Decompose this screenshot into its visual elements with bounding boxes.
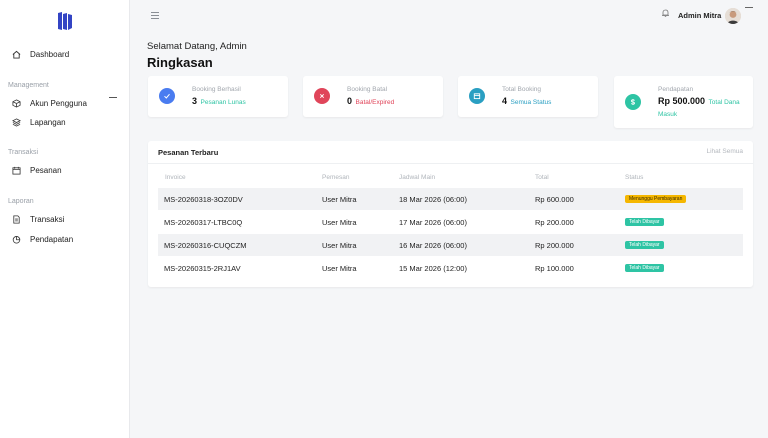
cube-icon (11, 98, 21, 108)
topbar (131, 0, 768, 32)
section-label-management: Management (8, 82, 49, 89)
check-icon (159, 88, 175, 104)
status-badge: Telah Dibayar (625, 264, 664, 272)
brand-logo-icon[interactable] (57, 11, 73, 31)
stat-sub: Pesanan Lunas (200, 99, 246, 106)
pie-chart-icon (11, 234, 21, 244)
section-label-laporan: Laporan (8, 198, 34, 205)
schedule-cell: 15 Mar 2026 (12:00) (399, 264, 467, 273)
sidebar-collapse-icon[interactable] (109, 97, 117, 98)
sidebar-item-label: Dashboard (30, 49, 70, 59)
table-row[interactable]: MS-20260317-LTBC0Q User Mitra 17 Mar 202… (158, 211, 743, 233)
schedule-cell: 17 Mar 2026 (06:00) (399, 218, 467, 227)
stat-number: 4 (502, 96, 508, 106)
stat-card-booking-berhasil: Booking Berhasil 3 Pesanan Lunas (148, 76, 288, 117)
sidebar-item-pesanan[interactable]: Pesanan (11, 162, 62, 178)
table-row[interactable]: MS-20260316-CUQCZM User Mitra 16 Mar 202… (158, 234, 743, 256)
column-header-invoice[interactable]: Invoice (165, 174, 186, 181)
stat-card-pendapatan: Pendapatan Rp 500.000 Total Dana Masuk (614, 76, 753, 128)
table-row[interactable]: MS-20260318-3OZ0DV User Mitra 18 Mar 202… (158, 188, 743, 210)
calendar-icon (469, 88, 485, 104)
stat-label: Booking Berhasil (192, 86, 241, 93)
sidebar-item-transaksi[interactable]: Transaksi (11, 211, 64, 227)
stat-sub: Batal/Expired (355, 99, 395, 106)
customer-cell: User Mitra (322, 264, 357, 273)
schedule-cell: 16 Mar 2026 (06:00) (399, 241, 467, 250)
sidebar-item-dashboard[interactable]: Dashboard (11, 46, 69, 62)
stat-value: Rp 500.000 Total Dana Masuk (658, 96, 748, 120)
stat-value: 4 Semua Status (502, 96, 551, 106)
customer-cell: User Mitra (322, 195, 357, 204)
total-cell: Rp 200.000 (535, 241, 574, 250)
status-badge: Menunggu Pembayaran (625, 195, 687, 203)
invoice-cell[interactable]: MS-20260316-CUQCZM (164, 241, 247, 250)
stat-value: 3 Pesanan Lunas (192, 96, 246, 106)
sidebar-item-akun-pengguna[interactable]: Akun Pengguna (11, 95, 87, 111)
status-badge: Telah Dibayar (625, 218, 664, 226)
sidebar-item-lapangan[interactable]: Lapangan (11, 114, 66, 130)
sidebar-item-label: Pendapatan (30, 234, 74, 244)
menu-toggle-icon[interactable] (151, 12, 159, 19)
dollar-icon (625, 94, 641, 110)
sidebar-item-label: Pesanan (30, 165, 62, 175)
total-cell: Rp 100.000 (535, 264, 574, 273)
admin-name[interactable]: Admin Mitra (678, 11, 721, 20)
schedule-cell: 18 Mar 2026 (06:00) (399, 195, 467, 204)
status-badge: Telah Dibayar (625, 241, 664, 249)
user-menu-icon[interactable] (745, 7, 753, 8)
stat-label: Total Booking (502, 86, 542, 93)
stat-value: 0 Batal/Expired (347, 96, 394, 106)
section-label-transaksi: Transaksi (8, 149, 39, 156)
invoice-cell[interactable]: MS-20260317-LTBC0Q (164, 218, 242, 227)
stat-card-booking-batal: Booking Batal 0 Batal/Expired (303, 76, 443, 117)
column-header-pemesan[interactable]: Pemesan (322, 174, 349, 181)
stat-sub: Semua Status (510, 99, 552, 106)
avatar-image-icon (725, 8, 741, 24)
x-icon (314, 88, 330, 104)
recent-orders-card: Pesanan Terbaru Lihat Semua Invoice Peme… (148, 141, 753, 287)
orders-title: Pesanan Terbaru (158, 148, 219, 157)
column-header-total[interactable]: Total (535, 174, 549, 181)
customer-cell: User Mitra (322, 241, 357, 250)
sidebar: Dashboard Management Akun Pengguna Lapan… (0, 0, 130, 438)
total-cell: Rp 200.000 (535, 218, 574, 227)
welcome-text: Selamat Datang, Admin (147, 41, 247, 52)
customer-cell: User Mitra (322, 218, 357, 227)
stat-label: Booking Batal (347, 86, 388, 93)
avatar[interactable] (725, 8, 741, 24)
page-title: Ringkasan (147, 55, 213, 70)
invoice-cell[interactable]: MS-20260315-2RJ1AV (164, 264, 241, 273)
layers-icon (11, 117, 21, 127)
column-header-status[interactable]: Status (625, 174, 643, 181)
see-all-link[interactable]: Lihat Semua (707, 148, 744, 155)
home-icon (11, 49, 21, 59)
table-row[interactable]: MS-20260315-2RJ1AV User Mitra 15 Mar 202… (158, 257, 743, 279)
stat-number: 0 (347, 96, 353, 106)
bell-icon[interactable] (661, 8, 670, 18)
sidebar-item-pendapatan[interactable]: Pendapatan (11, 231, 73, 247)
stat-label: Pendapatan (658, 86, 694, 93)
document-icon (11, 214, 21, 224)
invoice-cell[interactable]: MS-20260318-3OZ0DV (164, 195, 243, 204)
divider (148, 163, 753, 164)
stat-number: Rp 500.000 (658, 96, 706, 106)
sidebar-item-label: Akun Pengguna (30, 98, 87, 108)
calendar-icon (11, 165, 21, 175)
stat-card-total-booking: Total Booking 4 Semua Status (458, 76, 598, 117)
total-cell: Rp 600.000 (535, 195, 574, 204)
column-header-jadwal[interactable]: Jadwal Main (399, 174, 435, 181)
sidebar-item-label: Transaksi (30, 214, 65, 224)
sidebar-item-label: Lapangan (30, 117, 66, 127)
stat-number: 3 (192, 96, 198, 106)
